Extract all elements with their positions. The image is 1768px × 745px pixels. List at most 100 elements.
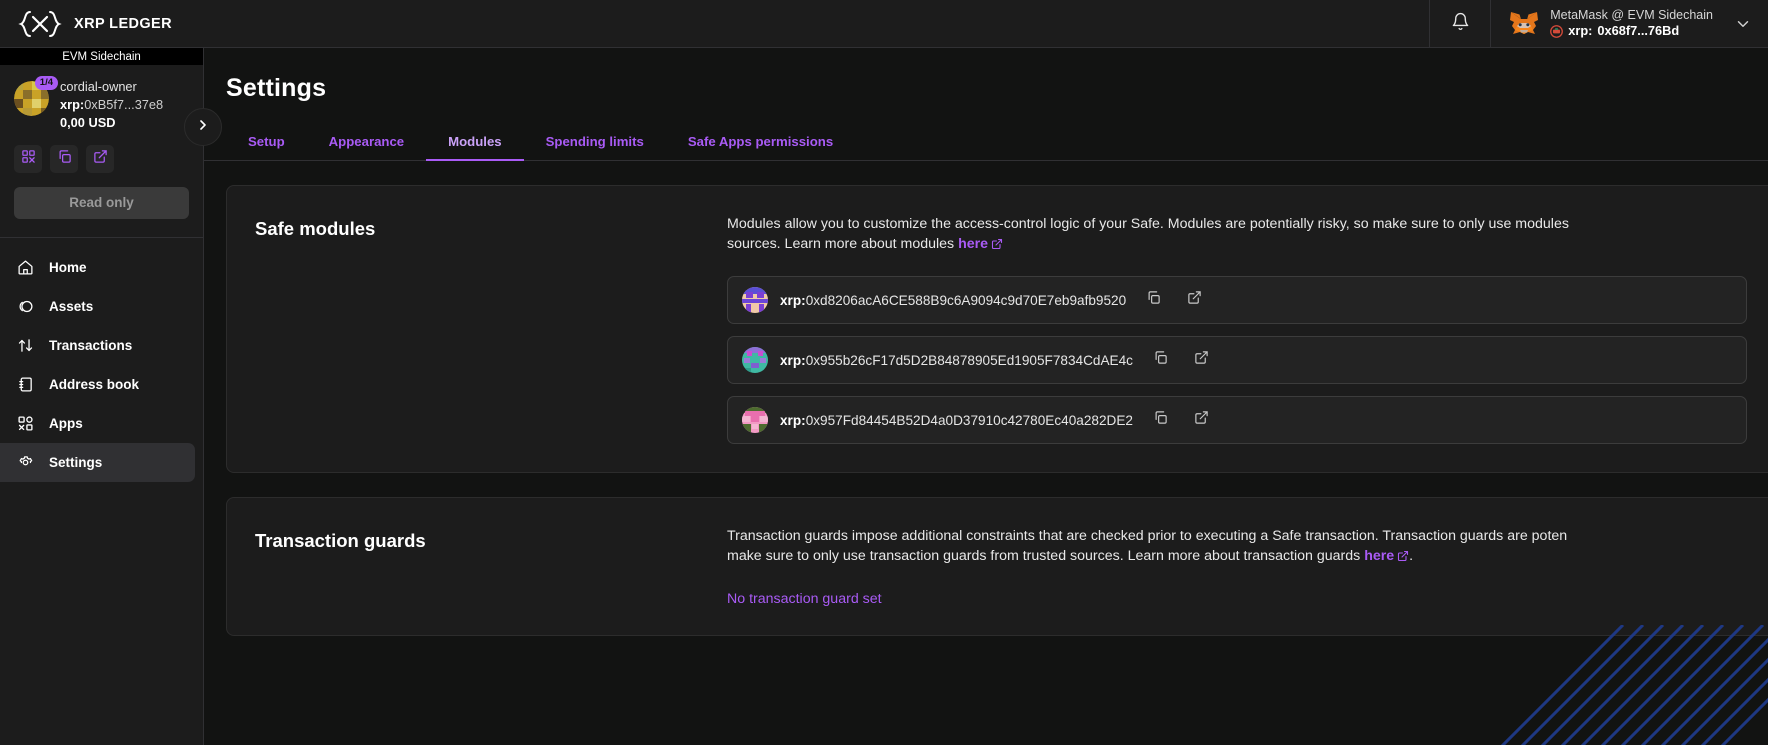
- safe-account-row: 1/4 cordial-owner xrp:0xB5f7...37e8 0,00…: [14, 76, 189, 131]
- external-link-icon: [1194, 410, 1209, 430]
- safe-quick-actions: [14, 144, 189, 173]
- module-address-prefix: xrp:: [780, 292, 806, 308]
- safe-meta: cordial-owner xrp:0xB5f7...37e8 0,00 USD: [60, 79, 163, 131]
- module-row[interactable]: xrp:0x955b26cF17d5D2B84878905Ed1905F7834…: [727, 336, 1747, 385]
- copy-address-button[interactable]: [50, 144, 78, 173]
- module-explorer-button[interactable]: [1194, 350, 1209, 370]
- module-address-prefix: xrp:: [780, 412, 806, 428]
- qr-code-icon: [21, 149, 36, 169]
- main-content: Settings Setup Appearance Modules Spendi…: [204, 48, 1768, 745]
- transaction-guards-description-tail: .: [1409, 548, 1414, 565]
- sidebar-item-label: Transactions: [49, 337, 133, 353]
- tab-modules[interactable]: Modules: [426, 134, 525, 161]
- safe-modules-description-line1: Modules allow you to customize the acces…: [727, 216, 1569, 232]
- module-copy-button[interactable]: [1146, 290, 1161, 310]
- chain-badge-icon: [1550, 25, 1564, 39]
- sidebar-item-label: Apps: [49, 415, 83, 431]
- assets-icon: [16, 297, 34, 315]
- page-title: Settings: [226, 74, 327, 102]
- external-link-icon: [991, 236, 1003, 256]
- module-identicon: [742, 287, 768, 314]
- transaction-guards-title: Transaction guards: [255, 530, 426, 552]
- bell-icon: [1451, 12, 1470, 36]
- qr-code-button[interactable]: [14, 144, 42, 173]
- sidebar-item-apps[interactable]: Apps: [0, 404, 195, 443]
- wallet-menu-button[interactable]: MetaMask @ EVM Sidechain xrp: 0x68f7...76…: [1491, 0, 1768, 48]
- wallet-address-prefix: xrp:: [1568, 23, 1593, 39]
- sidebar-item-label: Address book: [49, 376, 140, 392]
- apps-grid-icon: [16, 414, 34, 432]
- tab-appearance[interactable]: Appearance: [307, 134, 427, 160]
- module-address: xrp:0xd8206acA6CE588B9c6A9094c9d70E7eb9a…: [780, 293, 1126, 308]
- address-book-icon: [16, 375, 34, 393]
- decorative-corner-stripes: [1438, 625, 1768, 745]
- safe-account-card[interactable]: 1/4 cordial-owner xrp:0xB5f7...37e8 0,00…: [0, 65, 203, 173]
- module-identicon: [742, 347, 768, 374]
- settings-tabs: Setup Appearance Modules Spending limits…: [204, 123, 1768, 161]
- open-explorer-button[interactable]: [86, 144, 114, 173]
- home-icon: [16, 258, 34, 276]
- safe-fiat-balance: 0,00 USD: [60, 114, 116, 130]
- sidebar-item-assets[interactable]: Assets: [0, 287, 195, 326]
- safe-address: xrp:0xB5f7...37e8: [60, 97, 163, 113]
- module-address: xrp:0x957Fd84454B52D4a0D37910c42780Ec40a…: [780, 413, 1133, 428]
- tab-safe-apps-permissions[interactable]: Safe Apps permissions: [666, 134, 855, 160]
- safe-threshold-badge: 1/4: [34, 76, 58, 91]
- sidebar-item-address-book[interactable]: Address book: [0, 365, 195, 404]
- safe-modules-body: Modules allow you to customize the acces…: [727, 214, 1768, 445]
- sidebar-nav: Home Assets Transactions Address book Ap…: [0, 238, 203, 482]
- safe-address-value: 0xB5f7...37e8: [84, 96, 164, 112]
- sidebar-item-transactions[interactable]: Transactions: [0, 326, 195, 365]
- module-copy-button[interactable]: [1153, 410, 1168, 430]
- top-bar: XRP LEDGER MetaMask @ EVM Sidechain xrp:…: [0, 0, 1768, 48]
- transaction-guards-panel: Transaction guards Transaction guards im…: [226, 497, 1768, 636]
- module-explorer-button[interactable]: [1194, 410, 1209, 430]
- module-row[interactable]: xrp:0xd8206acA6CE588B9c6A9094c9d70E7eb9a…: [727, 276, 1747, 325]
- safe-modules-panel: Safe modules Modules allow you to custom…: [226, 185, 1768, 474]
- tab-setup[interactable]: Setup: [226, 134, 307, 160]
- sidebar-item-settings[interactable]: Settings: [0, 442, 195, 482]
- sidebar-item-home[interactable]: Home: [0, 248, 195, 287]
- copy-icon: [57, 149, 72, 169]
- safe-modules-learn-more-link[interactable]: here: [958, 236, 988, 252]
- notifications-button[interactable]: [1429, 0, 1492, 48]
- chevron-down-icon[interactable]: [1734, 15, 1752, 33]
- sidebar-item-label: Home: [49, 259, 87, 275]
- safe-modules-description-line2: sources. Learn more about modules: [727, 236, 959, 253]
- module-address: xrp:0x955b26cF17d5D2B84878905Ed1905F7834…: [780, 353, 1133, 368]
- copy-icon: [1153, 350, 1168, 370]
- chevron-right-icon: [195, 117, 211, 138]
- wallet-address-value: 0x68f7...76Bd: [1597, 23, 1680, 39]
- module-copy-button[interactable]: [1153, 350, 1168, 370]
- sidebar-expand-button[interactable]: [184, 108, 222, 146]
- tab-spending-limits[interactable]: Spending limits: [524, 134, 666, 160]
- module-address-value: 0xd8206acA6CE588B9c6A9094c9d70E7eb9afb95…: [805, 292, 1127, 308]
- transaction-guards-body: Transaction guards impose additional con…: [727, 526, 1768, 606]
- external-link-icon: [1194, 350, 1209, 370]
- copy-icon: [1153, 410, 1168, 430]
- safe-name: cordial-owner: [60, 79, 137, 94]
- external-link-icon: [1187, 290, 1202, 310]
- transactions-arrows-icon: [16, 336, 34, 354]
- external-link-icon: [1397, 548, 1409, 568]
- read-only-badge: Read only: [14, 186, 189, 219]
- xrp-ledger-logo-icon: [18, 9, 62, 39]
- gear-icon: [16, 453, 34, 471]
- metamask-fox-icon: [1509, 10, 1539, 38]
- sidebar: EVM Sidechain 1/4 cordial-owner xrp:0xB5…: [0, 48, 222, 745]
- brand[interactable]: XRP LEDGER: [0, 9, 205, 39]
- wallet-info: MetaMask @ EVM Sidechain xrp: 0x68f7...76…: [1550, 8, 1713, 39]
- module-address-value: 0x957Fd84454B52D4a0D37910c42780Ec40a282D…: [805, 412, 1133, 428]
- transaction-guard-status: No transaction guard set: [727, 590, 882, 607]
- wallet-address: xrp: 0x68f7...76Bd: [1550, 24, 1713, 39]
- safe-modules-description: Modules allow you to customize the acces…: [727, 214, 1727, 256]
- sidebar-item-label: Settings: [49, 454, 103, 470]
- module-address-value: 0x955b26cF17d5D2B84878905Ed1905F7834CdAE…: [805, 352, 1133, 368]
- module-list: xrp:0xd8206acA6CE588B9c6A9094c9d70E7eb9a…: [727, 276, 1768, 445]
- transaction-guards-description-line2: make sure to only use transaction guards…: [727, 548, 1365, 565]
- module-explorer-button[interactable]: [1187, 290, 1202, 310]
- transaction-guards-learn-more-link[interactable]: here: [1364, 548, 1394, 564]
- module-row[interactable]: xrp:0x957Fd84454B52D4a0D37910c42780Ec40a…: [727, 396, 1747, 445]
- external-link-icon: [93, 149, 108, 169]
- copy-icon: [1146, 290, 1161, 310]
